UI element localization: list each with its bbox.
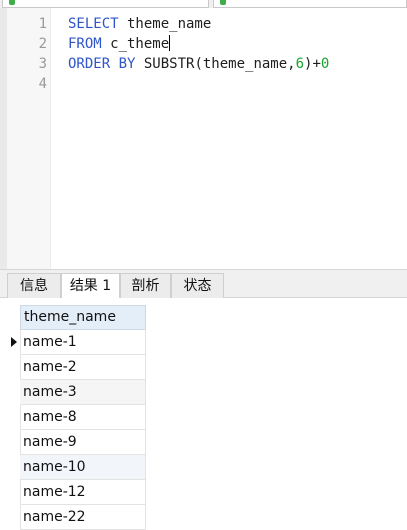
table-cell[interactable]: name-9	[20, 430, 146, 455]
line-number: 4	[38, 76, 47, 92]
table-cell[interactable]: name-12	[20, 480, 146, 505]
editor-margin	[0, 8, 7, 269]
table-cell[interactable]: name-1	[20, 330, 146, 355]
query-tab[interactable]	[2, 0, 209, 8]
result-tabs: 信息 结果 1 剖析 状态	[0, 269, 407, 300]
tab-profile[interactable]: 剖析	[120, 273, 171, 299]
sql-number: 0	[320, 56, 330, 72]
code-line-2[interactable]: FROM c_theme	[68, 34, 171, 54]
table-cell[interactable]: name-2	[20, 355, 146, 380]
tab-result-1[interactable]: 结果 1	[61, 273, 120, 300]
code-line-1[interactable]: SELECT theme_name	[68, 14, 211, 34]
text-cursor	[169, 35, 171, 51]
table-cell[interactable]: name-3	[20, 380, 146, 405]
sql-text: SUBSTR(theme_name,	[135, 56, 296, 72]
table-cell[interactable]: name-8	[20, 405, 146, 430]
sql-text: )+	[304, 56, 321, 72]
query-icon	[220, 0, 226, 5]
table-cell[interactable]: name-10	[20, 455, 146, 480]
line-number-gutter: 1 2 3 4	[7, 8, 51, 269]
current-row-arrow-icon	[11, 337, 17, 347]
tab-info[interactable]: 信息	[7, 273, 61, 299]
sql-number: 6	[295, 56, 305, 72]
line-number: 3	[38, 56, 47, 72]
table-cell[interactable]: name-22	[20, 505, 146, 530]
tab-status[interactable]: 状态	[171, 273, 224, 299]
query-tab-2[interactable]	[213, 0, 407, 8]
top-tab-strip	[0, 0, 407, 8]
code-line-3[interactable]: ORDER BY SUBSTR(theme_name,6)+0	[68, 54, 329, 74]
sql-text: c_theme	[101, 36, 170, 52]
line-number: 2	[38, 36, 47, 52]
sql-text: theme_name	[118, 16, 212, 32]
sql-keyword: ORDER BY	[68, 56, 136, 72]
column-header-theme-name[interactable]: theme_name	[20, 305, 146, 330]
result-grid[interactable]: theme_name name-1 name-2 name-3 name-8 n…	[0, 298, 407, 530]
row-indicator-column	[7, 305, 21, 529]
query-icon	[9, 0, 15, 5]
sql-keyword: SELECT	[68, 16, 119, 32]
sql-keyword: FROM	[68, 36, 102, 52]
line-number: 1	[38, 16, 47, 32]
sql-editor[interactable]: 1 2 3 4 SELECT theme_name FROM c_theme O…	[0, 8, 407, 269]
